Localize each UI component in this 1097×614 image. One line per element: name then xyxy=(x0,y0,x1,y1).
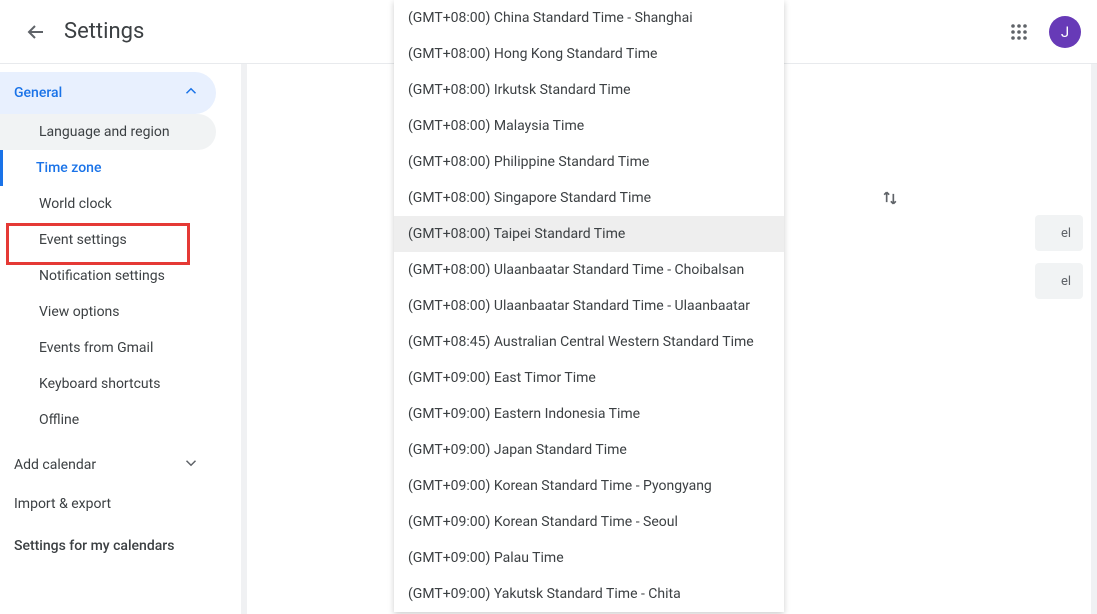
nav-group-header-general[interactable]: General xyxy=(0,72,216,114)
swap-vertical-icon xyxy=(880,188,900,208)
nav-add-calendar-label: Add calendar xyxy=(14,457,96,473)
timezone-label-field-1[interactable]: el xyxy=(1035,215,1083,251)
sidebar-item-event-settings[interactable]: Event settings xyxy=(0,222,216,258)
timezone-option[interactable]: (GMT+09:00) Palau Time xyxy=(394,540,784,576)
sidebar-item-keyboard-shortcuts[interactable]: Keyboard shortcuts xyxy=(0,366,216,402)
arrow-back-icon xyxy=(24,20,48,44)
header-actions: J xyxy=(999,12,1081,52)
timezone-option[interactable]: (GMT+08:00) Malaysia Time xyxy=(394,108,784,144)
label-text-2: el xyxy=(1061,274,1071,289)
sidebar-item-world-clock[interactable]: World clock xyxy=(0,186,216,222)
chevron-up-icon xyxy=(182,82,200,104)
timezone-label-field-2[interactable]: el xyxy=(1035,263,1083,299)
nav-group-general: General Language and regionTime zoneWorl… xyxy=(0,72,247,438)
timezone-option[interactable]: (GMT+08:00) Ulaanbaatar Standard Time - … xyxy=(394,252,784,288)
nav-add-calendar[interactable]: Add calendar xyxy=(0,444,216,486)
timezone-option[interactable]: (GMT+08:00) Hong Kong Standard Time xyxy=(394,36,784,72)
nav-group-label: General xyxy=(14,85,62,101)
nav-import-export-label: Import & export xyxy=(14,496,111,512)
sidebar-item-time-zone[interactable]: Time zone xyxy=(0,150,216,186)
timezone-dropdown[interactable]: (GMT+08:00) China Standard Time - Shangh… xyxy=(394,0,784,612)
sidebar-item-view-options[interactable]: View options xyxy=(0,294,216,330)
nav-items-list: Language and regionTime zoneWorld clockE… xyxy=(0,114,247,438)
nav-section-my-calendars: Settings for my calendars xyxy=(0,522,247,562)
timezone-option[interactable]: (GMT+09:00) East Timor Time xyxy=(394,360,784,396)
timezone-option[interactable]: (GMT+08:00) China Standard Time - Shangh… xyxy=(394,0,784,36)
timezone-option[interactable]: (GMT+09:00) Yakutsk Standard Time - Chit… xyxy=(394,576,784,612)
swap-timezones-button[interactable] xyxy=(870,178,910,218)
timezone-option[interactable]: (GMT+08:45) Australian Central Western S… xyxy=(394,324,784,360)
account-avatar[interactable]: J xyxy=(1049,16,1081,48)
timezone-option[interactable]: (GMT+08:00) Irkutsk Standard Time xyxy=(394,72,784,108)
sidebar-item-language-and-region[interactable]: Language and region xyxy=(0,114,216,150)
page-scrollbar[interactable] xyxy=(1091,64,1097,614)
apps-grid-icon xyxy=(1010,23,1028,41)
label-text-1: el xyxy=(1061,226,1071,241)
google-apps-button[interactable] xyxy=(999,12,1039,52)
chevron-down-icon xyxy=(182,454,200,476)
back-button[interactable] xyxy=(16,12,56,52)
sidebar-item-notification-settings[interactable]: Notification settings xyxy=(0,258,216,294)
timezone-option[interactable]: (GMT+08:00) Ulaanbaatar Standard Time - … xyxy=(394,288,784,324)
timezone-option[interactable]: (GMT+09:00) Korean Standard Time - Pyong… xyxy=(394,468,784,504)
timezone-option[interactable]: (GMT+08:00) Singapore Standard Time xyxy=(394,180,784,216)
page-title: Settings xyxy=(64,19,144,44)
sidebar-item-events-from-gmail[interactable]: Events from Gmail xyxy=(0,330,216,366)
nav-import-export[interactable]: Import & export xyxy=(0,486,216,522)
timezone-option[interactable]: (GMT+08:00) Taipei Standard Time xyxy=(394,216,784,252)
sidebar-scrollbar[interactable] xyxy=(241,64,247,614)
timezone-option[interactable]: (GMT+08:00) Philippine Standard Time xyxy=(394,144,784,180)
settings-sidebar: General Language and regionTime zoneWorl… xyxy=(0,64,248,614)
timezone-option[interactable]: (GMT+09:00) Japan Standard Time xyxy=(394,432,784,468)
sidebar-item-offline[interactable]: Offline xyxy=(0,402,216,438)
timezone-option[interactable]: (GMT+09:00) Korean Standard Time - Seoul xyxy=(394,504,784,540)
timezone-option[interactable]: (GMT+09:00) Eastern Indonesia Time xyxy=(394,396,784,432)
